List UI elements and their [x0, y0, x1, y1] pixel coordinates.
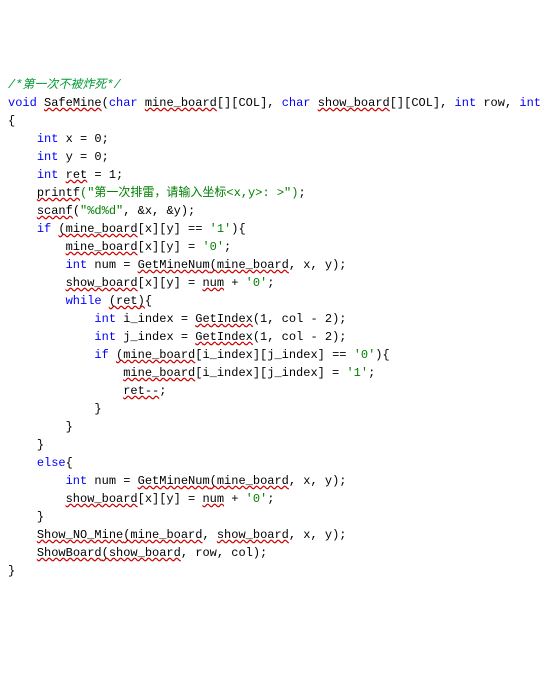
- sb: show_board: [66, 492, 138, 506]
- sb: show_board: [66, 276, 138, 290]
- kw-int: int: [66, 258, 88, 272]
- kw-int: int: [66, 474, 88, 488]
- brace: }: [8, 564, 15, 578]
- cond-a: (mine_board: [58, 222, 137, 236]
- num: num: [202, 492, 224, 506]
- kw-int: int: [37, 150, 59, 164]
- cond-b: [i_index][j_index] ==: [195, 348, 353, 362]
- param1: mine_board: [145, 96, 217, 110]
- idx-assign: [i_index][j_index] =: [195, 366, 346, 380]
- semi: ;: [159, 384, 166, 398]
- idx-assign: [x][y] =: [138, 276, 203, 290]
- kw-if: if: [94, 348, 108, 362]
- show-no-mine: Show_NO_Mine: [37, 528, 123, 542]
- decl-x: x = 0;: [58, 132, 108, 146]
- brace: }: [66, 420, 73, 434]
- arg-mb: (mine_board: [123, 528, 202, 542]
- char-lit: '0': [202, 240, 224, 254]
- arg-sb: (show_board: [102, 546, 181, 560]
- func-name: SafeMine: [44, 96, 102, 110]
- brace: }: [37, 510, 44, 524]
- mb: mine_board: [66, 240, 138, 254]
- decl-ret: ret: [66, 168, 88, 182]
- kw-int: int: [94, 312, 116, 326]
- getminenum: GetMineNum: [138, 474, 210, 488]
- args: , x, y);: [289, 474, 347, 488]
- args: (1, col - 2);: [253, 330, 347, 344]
- semi: ;: [298, 186, 305, 200]
- param3: row: [483, 96, 505, 110]
- while-cond: (ret): [109, 294, 145, 308]
- kw-int: int: [519, 96, 541, 110]
- comment: /*第一次不被炸死*/: [8, 78, 121, 92]
- cond-a: (mine_board: [116, 348, 195, 362]
- args: , x, y);: [289, 258, 347, 272]
- plus: +: [224, 492, 246, 506]
- brace: {: [66, 456, 73, 470]
- getindex: GetIndex: [195, 312, 253, 326]
- char-lit: '0': [246, 492, 268, 506]
- kw-while: while: [66, 294, 102, 308]
- brace: }: [94, 402, 101, 416]
- args: (1, col - 2);: [253, 312, 347, 326]
- semi: ;: [224, 240, 231, 254]
- semi: ;: [267, 492, 274, 506]
- j-assign: j_index =: [116, 330, 195, 344]
- brace: }: [37, 438, 44, 452]
- char-lit: '1': [210, 222, 232, 236]
- cond-b: [x][y] ==: [138, 222, 210, 236]
- cond-c: ){: [231, 222, 245, 236]
- scanf-fn: scanf: [37, 204, 73, 218]
- kw-int: int: [455, 96, 477, 110]
- kw-int: int: [37, 168, 59, 182]
- kw-int: int: [94, 330, 116, 344]
- idx: [][COL]: [390, 96, 440, 110]
- char-lit: '0': [246, 276, 268, 290]
- showboard: ShowBoard: [37, 546, 102, 560]
- semi: ;: [368, 366, 375, 380]
- scanf-fmt: "%d%d": [80, 204, 123, 218]
- getminenum: GetMineNum: [138, 258, 210, 272]
- decl-ret-val: = 1;: [87, 168, 123, 182]
- decl-y: y = 0;: [58, 150, 108, 164]
- ret-dec: ret--: [123, 384, 159, 398]
- num-assign: num =: [87, 258, 137, 272]
- mb: mine_board: [123, 366, 195, 380]
- idx: [][COL]: [217, 96, 267, 110]
- arg-mb: (mine_board: [210, 474, 289, 488]
- kw-if: if: [37, 222, 51, 236]
- kw-void: void: [8, 96, 37, 110]
- arg-mb: (mine_board: [210, 258, 289, 272]
- comma: ,: [202, 528, 216, 542]
- kw-int: int: [37, 132, 59, 146]
- num-assign: num =: [87, 474, 137, 488]
- kw-char: char: [109, 96, 138, 110]
- scanf-rest: , &x, &y);: [123, 204, 195, 218]
- plus: +: [224, 276, 246, 290]
- idx-assign: [x][y] =: [138, 492, 203, 506]
- idx-assign: [x][y] =: [138, 240, 203, 254]
- i-assign: i_index =: [116, 312, 195, 326]
- printf-fn: printf: [37, 186, 80, 200]
- printf-arg: ("第一次排雷，请输入坐标<x,y>: >"): [80, 186, 298, 200]
- arg-sb: show_board: [217, 528, 289, 542]
- kw-char: char: [282, 96, 311, 110]
- code-block: /*第一次不被炸死*/ void SafeMine ( char mine_boar…: [8, 76, 537, 580]
- char-lit: '1': [346, 366, 368, 380]
- char-lit: '0': [354, 348, 376, 362]
- paren: (: [73, 204, 80, 218]
- param2: show_board: [318, 96, 390, 110]
- semi: ;: [267, 276, 274, 290]
- args: , row, col);: [181, 546, 267, 560]
- cond-c: ){: [375, 348, 389, 362]
- kw-else: else: [37, 456, 66, 470]
- num: num: [202, 276, 224, 290]
- getindex: GetIndex: [195, 330, 253, 344]
- args: , x, y);: [289, 528, 347, 542]
- brace: {: [145, 294, 152, 308]
